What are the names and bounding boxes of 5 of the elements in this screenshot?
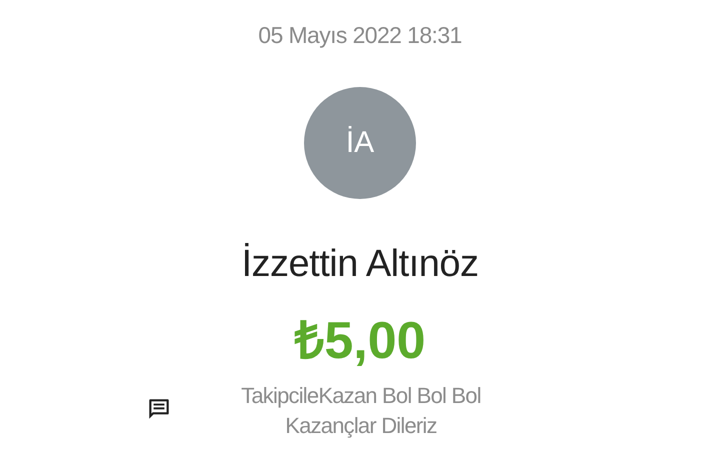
avatar-initials: İA [346,126,374,160]
message-text: TakipcileKazan Bol Bol Bol Kazançlar Dileriz [240,382,482,440]
amount: ₺5,00 [294,311,426,372]
date-time: 05 Mayıs 2022 18:31 [258,22,462,49]
user-name: İzzettin Altınöz [241,243,478,286]
